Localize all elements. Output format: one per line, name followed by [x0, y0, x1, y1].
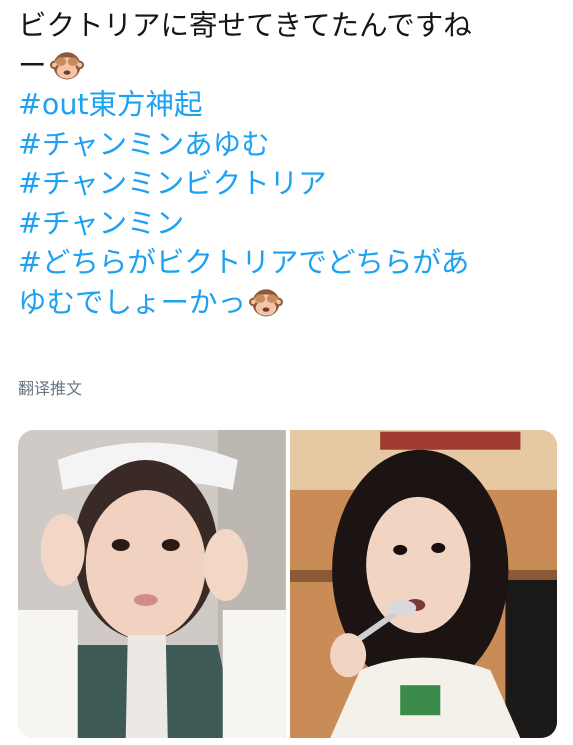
photo-right[interactable]	[289, 430, 557, 738]
translate-tweet-link[interactable]: 翻译推文	[18, 375, 82, 399]
hashtag-out-tohoshinki[interactable]: #out東方神起	[18, 85, 563, 125]
hashtag-changmin[interactable]: #チャンミン	[18, 204, 563, 244]
photo-left[interactable]	[18, 430, 286, 738]
hashtag-continued[interactable]: ゆむでしょーかっ	[18, 286, 246, 319]
tweet-line-2: ー	[18, 46, 563, 86]
tweet-line-2-text: ー	[18, 48, 47, 82]
hashtag-changmin-victoria[interactable]: #チャンミンビクトリア	[18, 164, 563, 204]
tweet-line-1: ビクトリアに寄せてきてたんですね	[18, 9, 472, 42]
hashtag-which-is-victoria[interactable]: #どちらがビクトリアでどちらがあ	[18, 243, 563, 283]
hashtag-changmin-ayumu[interactable]: #チャンミンあゆむ	[18, 125, 563, 165]
photo-left-illustration	[18, 430, 286, 738]
see-no-evil-monkey-icon	[249, 288, 284, 316]
see-no-evil-monkey-icon	[49, 51, 84, 79]
tweet-line-last: ゆむでしょーかっ	[18, 283, 563, 323]
media-grid	[18, 430, 557, 738]
tweet-text: ビクトリアに寄せてきてたんですね ー #out東方神起 #チャンミンあゆむ #チ…	[18, 6, 563, 322]
photo-right-illustration	[289, 430, 557, 738]
